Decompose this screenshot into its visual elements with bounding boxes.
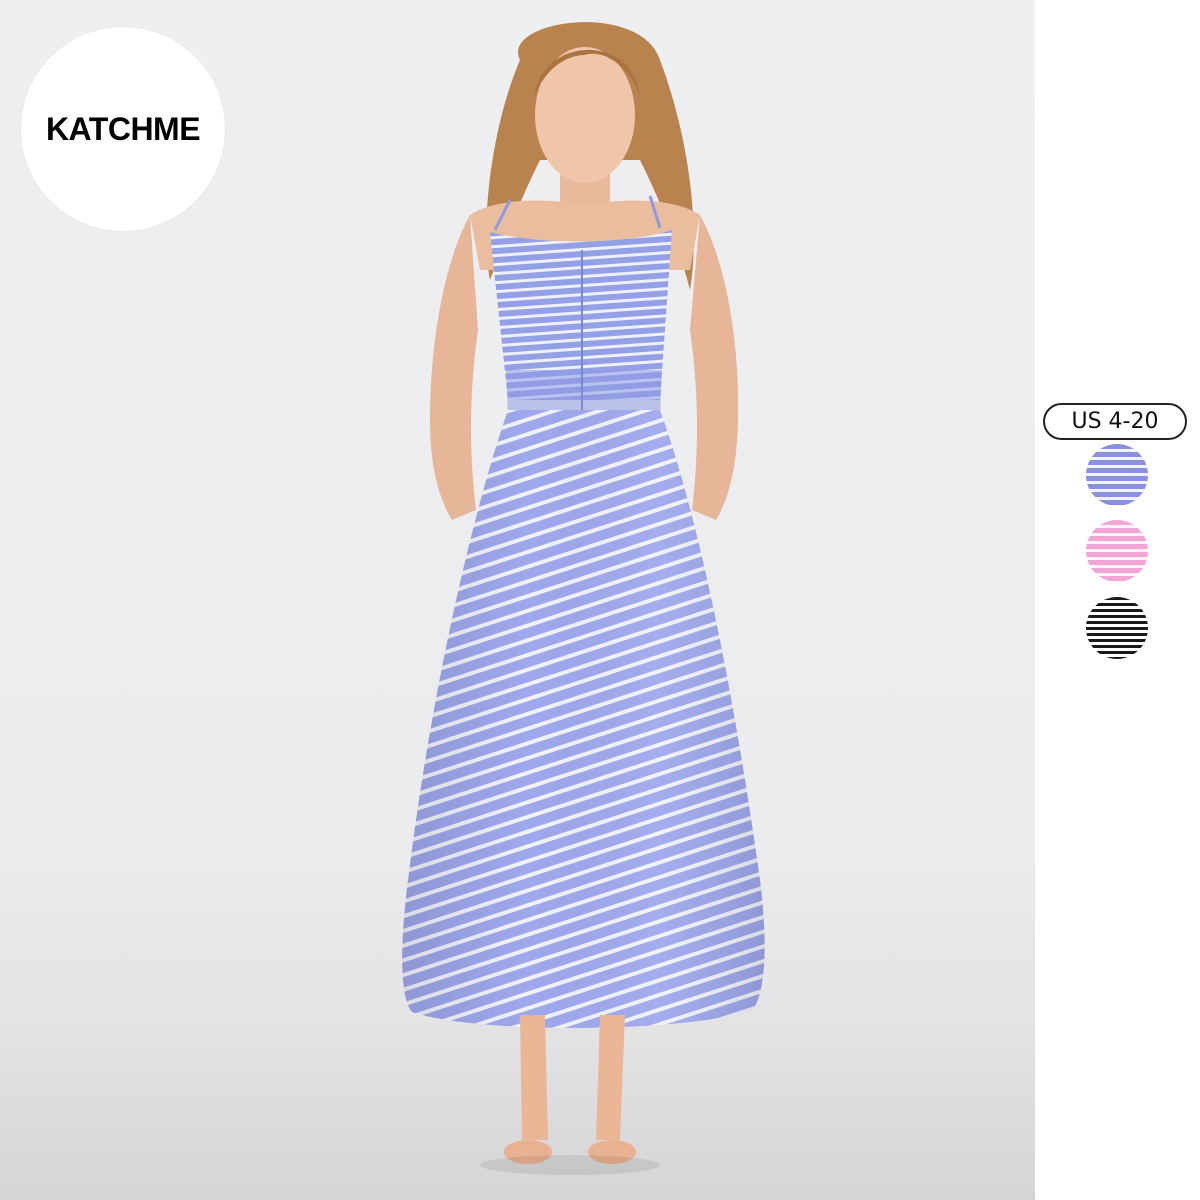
left-arm: [430, 215, 478, 520]
pink-stripe-swatch[interactable]: [1086, 520, 1148, 582]
size-range-badge: US 4-20: [1043, 403, 1187, 440]
brand-logo-text: KATCHME: [45, 110, 201, 147]
black-stripe-swatch[interactable]: [1086, 597, 1148, 659]
brand-logo: KATCHME: [21, 27, 225, 231]
blue-stripe-swatch[interactable]: [1086, 444, 1148, 506]
legs: [520, 1015, 548, 1140]
right-arm: [690, 215, 739, 520]
product-photo: KATCHME: [0, 0, 1035, 1200]
